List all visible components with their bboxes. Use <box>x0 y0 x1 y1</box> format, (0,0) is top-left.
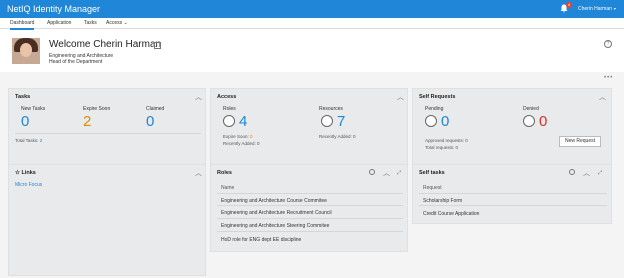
divider <box>217 193 403 194</box>
pending-label: Pending <box>425 106 444 112</box>
tab-dashboard[interactable]: Dashboard <box>10 20 35 30</box>
clock-icon <box>425 115 437 127</box>
tab-application[interactable]: Application <box>47 20 71 26</box>
tab-access[interactable]: Access ⌄ <box>106 20 128 26</box>
job-title: Head of the Department <box>49 59 103 65</box>
self-tasks-title: Self tasks <box>419 170 445 176</box>
recently-added-label: Recently Added: <box>223 141 256 146</box>
total-requests-value: 0 <box>455 145 459 150</box>
denied-label: Denied <box>523 106 539 112</box>
new-tasks-count[interactable]: 0 <box>21 113 29 130</box>
total-requests-label: Total requests: <box>425 145 455 150</box>
denied-icon <box>523 115 535 127</box>
tab-tasks[interactable]: Tasks <box>84 20 97 26</box>
recently-added-value: 0 <box>353 134 356 139</box>
access-title: Access <box>217 94 237 100</box>
dashboard-content: Welcome Cherin Harman Engineering and Ar… <box>0 30 624 278</box>
recently-added-value: 0 <box>257 141 260 146</box>
tab-access-label: Access <box>106 20 123 26</box>
links-header: ☆ Links <box>15 170 36 176</box>
pending-count[interactable]: 0 <box>441 113 449 130</box>
recently-added-label: Recently Added: <box>319 134 352 139</box>
divider <box>217 205 403 206</box>
user-name: Cherin Harman <box>578 6 612 12</box>
collapse-icon[interactable]: ︿ <box>583 168 590 178</box>
divider <box>419 193 607 194</box>
claimed-label: Claimed <box>146 106 165 112</box>
roles-column-name: Name <box>221 185 235 191</box>
total-tasks-label: Total Tasks: <box>15 138 39 143</box>
link-micro-focus[interactable]: Micro Focus <box>15 182 42 188</box>
expire-soon-count[interactable]: 2 <box>83 113 91 130</box>
total-tasks-value[interactable]: 2 <box>40 138 43 143</box>
expand-icon[interactable]: ⤢ <box>397 170 401 176</box>
app-header: NetIQ Identity Manager 4 Cherin Harman ▾ <box>0 0 624 18</box>
collapse-icon[interactable]: ︿ <box>599 92 606 102</box>
notification-badge: 4 <box>566 2 572 8</box>
chevron-down-icon: ⌄ <box>123 20 128 26</box>
claimed-count[interactable]: 0 <box>146 113 154 130</box>
expire-soon-label: Expire Soon <box>83 106 111 112</box>
star-icon: ☆ <box>15 170 20 176</box>
avatar <box>12 38 40 64</box>
list-item[interactable]: Engineering and Architecture Recruitment… <box>221 210 332 216</box>
divider <box>15 133 201 134</box>
expire-soon-value: 0 <box>250 134 253 139</box>
roles-title: Roles <box>217 170 232 176</box>
resources-count[interactable]: 7 <box>337 113 345 130</box>
app-title: NetIQ Identity Manager <box>7 4 101 14</box>
roles-icon <box>223 115 235 127</box>
self-tasks-column-request: Request <box>423 185 442 191</box>
approved-value: 0 <box>465 138 468 143</box>
more-options-icon[interactable]: ••• <box>604 75 613 81</box>
list-item[interactable]: Scholarship Form <box>423 198 462 204</box>
collapse-icon[interactable]: ︿ <box>195 92 202 102</box>
links-card: ☆ Links ︿ Micro Focus <box>8 164 206 276</box>
refresh-icon[interactable] <box>569 169 575 175</box>
collapse-icon[interactable]: ︿ <box>397 92 404 102</box>
roles-count[interactable]: 4 <box>239 113 247 130</box>
expand-icon[interactable]: ⤢ <box>598 170 602 176</box>
approved-requests: Approved requests: 0 <box>425 138 468 143</box>
list-item[interactable]: Engineering and Architecture Steering Co… <box>221 223 329 229</box>
help-icon[interactable]: ? <box>604 40 612 48</box>
roles-recently-added: Recently Added: 0 <box>223 141 260 146</box>
expire-soon-label: Expire Soon: <box>223 134 249 139</box>
list-item[interactable]: HoD role for ENG dept EE discipline <box>221 237 301 243</box>
dollar-icon <box>321 115 333 127</box>
self-requests-title: Self Requests <box>419 94 456 100</box>
new-tasks-label: New Tasks <box>21 106 46 112</box>
resources-recently-added: Recently Added: 0 <box>319 134 356 139</box>
roles-label: Roles <box>223 106 236 112</box>
total-requests: Total requests: 0 <box>425 145 458 150</box>
welcome-title: Welcome Cherin Harman <box>49 39 162 50</box>
resources-label: Resources <box>319 106 343 112</box>
collapse-icon[interactable]: ︿ <box>195 168 202 178</box>
user-menu[interactable]: Cherin Harman ▾ <box>578 6 616 12</box>
denied-count[interactable]: 0 <box>539 113 547 130</box>
welcome-panel: Welcome Cherin Harman Engineering and Ar… <box>0 30 624 72</box>
chevron-down-icon: ▾ <box>613 6 616 11</box>
main-nav: Dashboard Application Tasks Access ⌄ <box>0 18 624 30</box>
roles-card: Roles ︿ ⤢ Name Engineering and Architect… <box>210 164 408 252</box>
divider <box>217 218 403 219</box>
tasks-title: Tasks <box>15 94 31 100</box>
new-request-button[interactable]: New Request <box>559 136 601 147</box>
list-item[interactable]: Engineering and Architecture Course Comm… <box>221 198 327 204</box>
collapse-icon[interactable]: ︿ <box>383 168 390 178</box>
total-tasks: Total Tasks: 2 <box>15 138 42 143</box>
list-item[interactable]: Credit Course Application <box>423 211 479 217</box>
refresh-icon[interactable] <box>369 169 375 175</box>
divider <box>419 205 607 206</box>
edit-profile-icon[interactable] <box>154 42 161 49</box>
divider <box>217 231 403 232</box>
expire-soon: Expire Soon: 0 <box>223 134 253 139</box>
self-tasks-card: Self tasks ︿ ⤢ Request Scholarship Form … <box>412 164 612 224</box>
approved-label: Approved requests: <box>425 138 465 143</box>
links-title: Links <box>21 170 36 176</box>
